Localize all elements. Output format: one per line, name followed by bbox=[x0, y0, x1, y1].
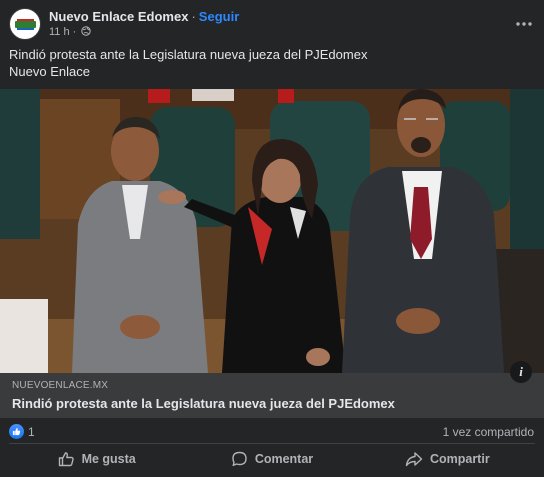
link-title[interactable]: Rindió protesta ante la Legislatura nuev… bbox=[12, 396, 395, 411]
share-icon bbox=[405, 452, 423, 467]
page-name-link[interactable]: Nuevo Enlace Edomex bbox=[49, 9, 188, 24]
logo-stripe bbox=[17, 28, 34, 30]
comment-icon bbox=[232, 451, 247, 467]
facebook-post: Nuevo Enlace Edomex · Seguir 11 h · Rindió… bbox=[0, 0, 544, 477]
like-count[interactable]: 1 bbox=[28, 425, 35, 439]
page-avatar[interactable] bbox=[9, 8, 41, 40]
post-header: Nuevo Enlace Edomex · Seguir 11 h · bbox=[9, 8, 535, 42]
separator-dot: · bbox=[191, 9, 196, 24]
globe-icon bbox=[81, 26, 92, 36]
like-reaction-icon[interactable] bbox=[9, 424, 24, 439]
info-icon[interactable]: i bbox=[510, 361, 532, 383]
photo-scene bbox=[0, 89, 544, 373]
share-count[interactable]: 1 vez compartido bbox=[443, 425, 534, 439]
like-button[interactable]: Me gusta bbox=[9, 444, 184, 471]
page-name-line: Nuevo Enlace Edomex · Seguir bbox=[49, 9, 239, 24]
thumbs-up-icon bbox=[58, 452, 74, 467]
share-button-label: Compartir bbox=[429, 452, 490, 466]
separator-dot: · bbox=[72, 26, 77, 38]
link-domain: NUEVOENLACE.MX bbox=[12, 380, 109, 391]
post-text-line: Nuevo Enlace bbox=[9, 63, 90, 79]
post-text: Rindió protesta ante la Legislatura nuev… bbox=[9, 47, 367, 80]
like-button-label: Me gusta bbox=[81, 452, 136, 466]
share-button[interactable]: Compartir bbox=[360, 444, 535, 471]
comment-button[interactable]: Comentar bbox=[184, 444, 359, 471]
follow-button[interactable]: Seguir bbox=[199, 9, 239, 24]
post-stats: 1 1 vez compartido bbox=[9, 423, 534, 441]
post-photo[interactable] bbox=[0, 89, 544, 373]
post-time[interactable]: 11 h bbox=[49, 26, 70, 38]
post-meta: 11 h · bbox=[49, 26, 92, 38]
link-preview[interactable]: i NUEVOENLACE.MX Rindió protesta ante la… bbox=[0, 361, 544, 418]
action-bar: Me gusta Comentar Compartir bbox=[9, 443, 535, 471]
post-text-line: Rindió protesta ante la Legislatura nuev… bbox=[9, 47, 368, 62]
logo-mark bbox=[15, 21, 36, 28]
comment-button-label: Comentar bbox=[254, 452, 314, 466]
ellipsis-icon[interactable] bbox=[513, 14, 535, 34]
thumbs-up-icon bbox=[12, 427, 21, 436]
